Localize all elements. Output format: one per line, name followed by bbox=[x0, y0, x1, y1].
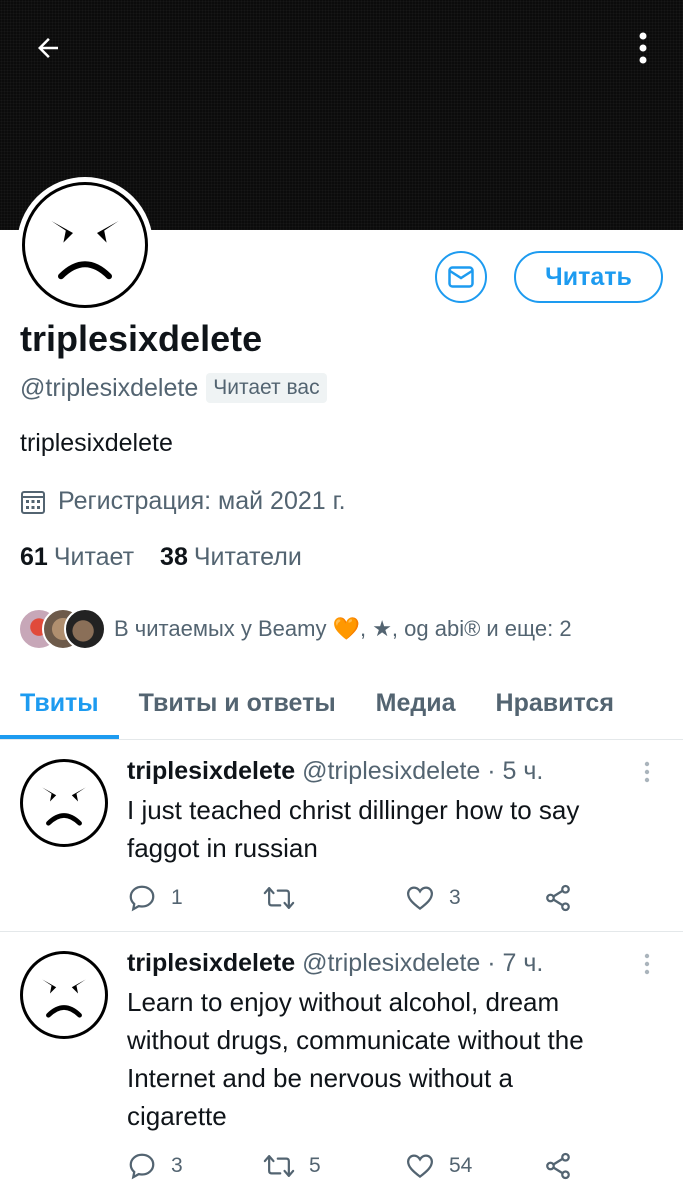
envelope-icon bbox=[448, 266, 474, 288]
follow-button[interactable]: Читать bbox=[514, 251, 663, 303]
heart-icon bbox=[406, 1154, 434, 1179]
reply-count: 1 bbox=[171, 886, 183, 909]
reply-count: 3 bbox=[171, 1154, 183, 1177]
like-button[interactable]: 54 bbox=[405, 1146, 472, 1186]
tab-media[interactable]: Медиа bbox=[356, 672, 476, 734]
followers-stat[interactable]: 38 Читатели bbox=[160, 543, 302, 572]
tab-tweets-and-replies[interactable]: Твиты и ответы bbox=[119, 672, 356, 734]
share-icon bbox=[546, 1152, 570, 1180]
reply-button[interactable]: 1 bbox=[127, 878, 183, 918]
tweet-actions: 3 5 54 bbox=[127, 1146, 647, 1186]
back-button[interactable] bbox=[24, 24, 72, 72]
profile-display-name: triplesixdelete bbox=[20, 318, 263, 359]
retweet-icon bbox=[263, 887, 295, 909]
follows-you-badge: Читает вас bbox=[206, 373, 327, 403]
calendar-icon bbox=[21, 490, 45, 514]
angry-face-icon bbox=[42, 979, 86, 1018]
reply-icon bbox=[129, 1153, 155, 1180]
followed-by-row[interactable]: В читаемых у Beamy 🧡, ★, og abi® и еще: … bbox=[18, 608, 572, 650]
more-vertical-icon bbox=[644, 761, 650, 783]
tweet-avatar[interactable] bbox=[20, 759, 108, 847]
retweet-button[interactable]: 5 bbox=[263, 1146, 321, 1186]
profile-avatar[interactable] bbox=[17, 177, 153, 313]
tweet-author-name: triplesixdelete bbox=[127, 757, 296, 785]
tweet[interactable]: triplesixdelete @triplesixdelete · 7 ч. … bbox=[0, 933, 683, 1200]
more-vertical-icon bbox=[639, 32, 647, 64]
followed-by-avatars bbox=[18, 608, 106, 650]
like-button[interactable]: 3 bbox=[405, 878, 461, 918]
tab-tweets[interactable]: Твиты bbox=[0, 672, 119, 739]
retweet-icon bbox=[263, 1155, 295, 1177]
tweet-meta: @triplesixdelete · 5 ч. bbox=[302, 757, 544, 785]
joined-text: Регистрация: май 2021 г. bbox=[58, 487, 346, 515]
share-button[interactable] bbox=[543, 1146, 573, 1186]
tweet-text: Learn to enjoy without alcohol, dream wi… bbox=[127, 987, 584, 1131]
more-vertical-icon bbox=[644, 953, 650, 975]
arrow-left-icon bbox=[38, 38, 58, 58]
followers-count: 38 bbox=[160, 543, 188, 571]
like-count: 3 bbox=[449, 886, 461, 909]
retweet-count: 5 bbox=[309, 1154, 321, 1177]
following-stat[interactable]: 61 Читает bbox=[20, 543, 134, 572]
angry-face-icon bbox=[42, 787, 86, 826]
tweet-author-name: triplesixdelete bbox=[127, 949, 296, 977]
tweet-actions: 1 3 bbox=[127, 878, 647, 918]
tweet[interactable]: triplesixdelete @triplesixdelete · 5 ч. … bbox=[0, 741, 683, 932]
angry-face-icon bbox=[51, 221, 119, 280]
followed-by-text: В читаемых у Beamy 🧡, ★, og abi® и еще: … bbox=[114, 616, 572, 641]
followers-label: Читатели bbox=[193, 543, 302, 571]
profile-bio: triplesixdelete bbox=[20, 429, 173, 457]
share-button[interactable] bbox=[543, 878, 573, 918]
tweet-text: I just teached christ dillinger how to s… bbox=[127, 795, 580, 863]
heart-icon bbox=[406, 886, 434, 911]
joined-date: Регистрация: май 2021 г. bbox=[20, 487, 346, 516]
tweet-avatar[interactable] bbox=[20, 951, 108, 1039]
tweet-menu-button[interactable] bbox=[637, 949, 657, 979]
message-button[interactable] bbox=[435, 251, 487, 303]
tab-likes[interactable]: Нравится bbox=[476, 672, 634, 734]
tweet-header: triplesixdelete @triplesixdelete · 5 ч. bbox=[127, 757, 543, 786]
following-label: Читает bbox=[53, 543, 135, 571]
reply-button[interactable]: 3 bbox=[127, 1146, 183, 1186]
tweet-meta: @triplesixdelete · 7 ч. bbox=[302, 949, 544, 977]
like-count: 54 bbox=[449, 1154, 473, 1177]
profile-tabs: Твиты Твиты и ответы Медиа Нравится bbox=[0, 672, 683, 740]
reply-icon bbox=[129, 885, 155, 912]
more-options-button[interactable] bbox=[623, 24, 663, 72]
following-count: 61 bbox=[20, 543, 48, 571]
tweet-menu-button[interactable] bbox=[637, 757, 657, 787]
retweet-button[interactable] bbox=[263, 878, 309, 918]
handle-row: @triplesixdelete Читает вас bbox=[20, 373, 327, 403]
tweet-header: triplesixdelete @triplesixdelete · 7 ч. bbox=[127, 949, 543, 978]
follower-avatar bbox=[64, 608, 106, 650]
stats-row: 61 Читает 38 Читатели bbox=[20, 543, 328, 572]
profile-handle: @triplesixdelete bbox=[20, 373, 199, 402]
share-icon bbox=[546, 884, 570, 912]
